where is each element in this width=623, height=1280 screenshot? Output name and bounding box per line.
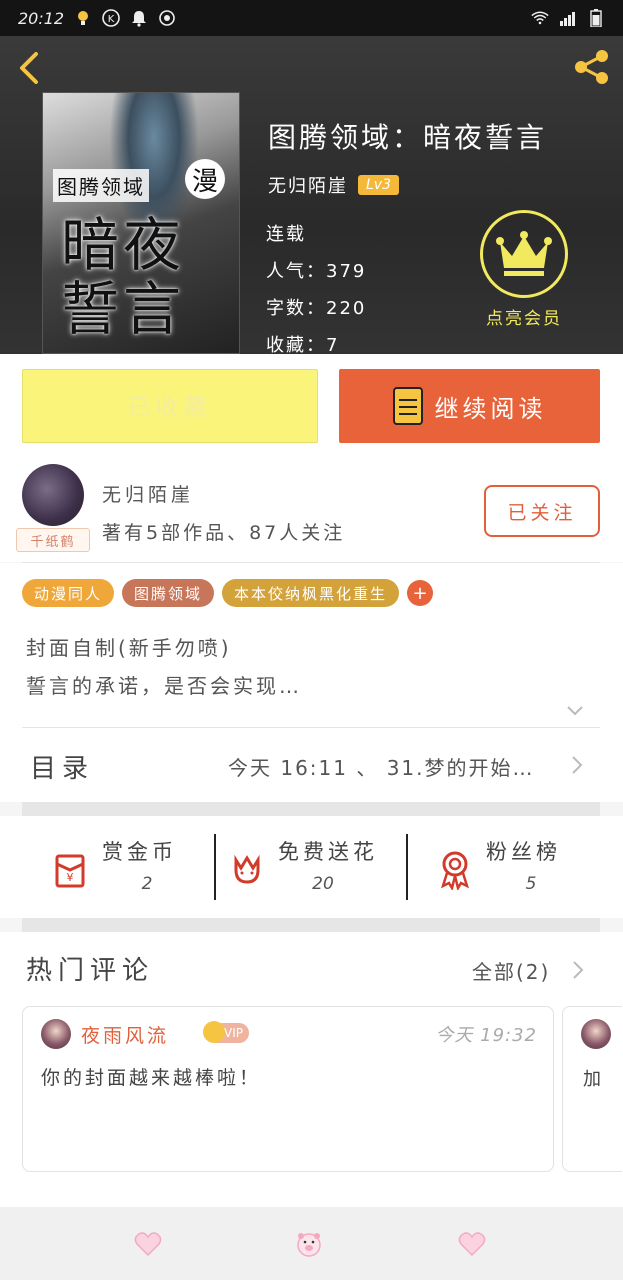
stat-value: 20: [312, 874, 334, 894]
commenter-avatar[interactable]: [581, 1019, 611, 1049]
book-header: 图腾领域 漫 暗夜 誓言 图腾领域：暗夜誓言 无归陌崖 Lv3 连载 人气：37…: [0, 36, 623, 354]
battery-icon: [587, 9, 605, 27]
reward-coins[interactable]: ¥ 赏金币 2: [50, 834, 200, 904]
pig-icon[interactable]: [294, 1231, 324, 1257]
favorite-count: 收藏：7: [266, 335, 340, 354]
tag-item[interactable]: 图腾领域: [122, 579, 215, 607]
cover-stamp: 漫: [185, 159, 225, 199]
stat-separator: [406, 834, 408, 900]
vip-badge-label: VIP: [224, 1026, 243, 1040]
signal-icon: [559, 9, 577, 27]
description-line: 誓言的承诺，是否会实现…: [26, 674, 302, 698]
wifi-icon: [531, 9, 549, 27]
section-gap: [22, 802, 600, 816]
heart-icon[interactable]: [458, 1231, 486, 1257]
svg-text:K: K: [108, 14, 115, 25]
comment-text: 你的封面越来越棒啦！: [41, 1067, 262, 1089]
serial-status: 连载: [266, 224, 306, 245]
catalog-label: 目录: [30, 754, 95, 784]
tag-item[interactable]: 动漫同人: [22, 579, 115, 607]
description-section: 动漫同人 图腾领域 本本佼纳枫黑化重生 + 封面自制(新手勿喷) 誓言的承诺，是…: [0, 563, 623, 728]
comment-time: 今天 19:32: [435, 1025, 537, 1046]
flower-icon: [226, 848, 268, 890]
hot-comments-section: 热门评论 全部(2) 夜雨风流 VIP 今天 19:32 你的封面越来越棒啦！ …: [0, 932, 623, 1207]
svg-text:¥: ¥: [67, 871, 74, 884]
status-bar: 20:12 K: [0, 0, 623, 36]
expand-chevron-icon[interactable]: [566, 703, 584, 717]
back-arrow-icon: [20, 52, 38, 84]
author-name[interactable]: 无归陌崖: [102, 480, 194, 507]
free-flowers[interactable]: 免费送花 20: [226, 834, 406, 904]
share-button[interactable]: [571, 46, 613, 88]
bottom-bar: [0, 1207, 623, 1280]
book-title: 图腾领域：暗夜誓言: [268, 121, 548, 154]
stat-label: 赏金币: [102, 840, 177, 864]
share-icon: [575, 50, 608, 84]
book-meta: 连载 人气：379 字数：220 收藏：7: [266, 216, 366, 354]
action-row: 已收藏 继续阅读: [0, 354, 623, 454]
author-avatar[interactable]: [22, 464, 84, 526]
comment-card[interactable]: 加: [562, 1006, 622, 1172]
crown-badge: [480, 210, 568, 298]
popularity: 人气：379: [266, 261, 367, 282]
avatar-tag: 千纸鹤: [16, 528, 90, 552]
stat-label: 免费送花: [278, 840, 378, 864]
continue-reading-label: 继续阅读: [434, 394, 547, 423]
stats-row: ¥ 赏金币 2 免费送花 20 粉丝榜 5: [0, 816, 623, 918]
author-section: 千纸鹤 无归陌崖 著有5部作品、87人关注 已关注: [0, 454, 623, 562]
cover-small-title: 图腾领域: [53, 169, 149, 202]
heart-icon[interactable]: [134, 1231, 162, 1257]
hot-comments-title: 热门评论: [26, 956, 155, 986]
medal-icon: [434, 848, 476, 892]
back-button[interactable]: [14, 48, 46, 88]
book-description: 封面自制(新手勿喷) 誓言的承诺，是否会实现…: [26, 629, 302, 705]
stat-label: 粉丝榜: [486, 840, 561, 864]
level-badge: Lv3: [358, 175, 399, 195]
vip-crown-icon: [203, 1021, 225, 1043]
commenter-name[interactable]: 夜雨风流: [81, 1021, 169, 1048]
comment-card[interactable]: 夜雨风流 VIP 今天 19:32 你的封面越来越棒啦！: [22, 1006, 554, 1172]
header-author-name[interactable]: 无归陌崖: [268, 172, 348, 198]
description-line: 封面自制(新手勿喷): [26, 636, 232, 660]
section-gap: [22, 918, 600, 932]
comment-text: 加: [583, 1069, 601, 1090]
status-time: 20:12: [18, 8, 65, 28]
vip-label: 点亮会员: [486, 309, 562, 329]
k-icon: K: [102, 9, 120, 27]
bulb-icon: [74, 9, 92, 27]
latest-chapter: 今天 16:11 、 31.梦的开始…: [228, 756, 535, 780]
word-count: 字数：220: [266, 298, 367, 319]
catalog-row[interactable]: 目录 今天 16:11 、 31.梦的开始…: [0, 728, 623, 802]
chevron-right-icon[interactable]: [572, 960, 584, 980]
fan-ranking[interactable]: 粉丝榜 5: [434, 834, 594, 904]
chevron-right-icon: [570, 754, 584, 776]
follow-button[interactable]: 已关注: [484, 485, 600, 537]
tag-list: 动漫同人 图腾领域 本本佼纳枫黑化重生 +: [22, 579, 434, 607]
continue-reading-button[interactable]: 继续阅读: [339, 369, 600, 443]
all-comments-link[interactable]: 全部(2): [472, 956, 550, 985]
stat-value: 5: [525, 874, 537, 894]
favorite-button[interactable]: 已收藏: [22, 369, 318, 443]
vip-button[interactable]: 点亮会员: [474, 210, 574, 329]
book-icon: [392, 387, 423, 425]
stat-separator: [214, 834, 216, 900]
author-stats: 著有5部作品、87人关注: [102, 522, 346, 544]
author-line: 无归陌崖 Lv3: [268, 172, 399, 198]
stat-value: 2: [141, 874, 153, 894]
cover-big-text: 暗夜 誓言: [61, 211, 186, 343]
commenter-avatar[interactable]: [41, 1019, 71, 1049]
add-tag-button[interactable]: +: [407, 580, 434, 606]
crown-icon: [496, 231, 552, 276]
vip-badge: VIP: [203, 1021, 249, 1043]
book-cover[interactable]: 图腾领域 漫 暗夜 誓言: [42, 92, 240, 354]
target-icon: [158, 9, 176, 27]
bell-icon: [130, 9, 148, 27]
red-envelope-icon: ¥: [50, 848, 92, 890]
tag-item[interactable]: 本本佼纳枫黑化重生: [222, 579, 400, 607]
